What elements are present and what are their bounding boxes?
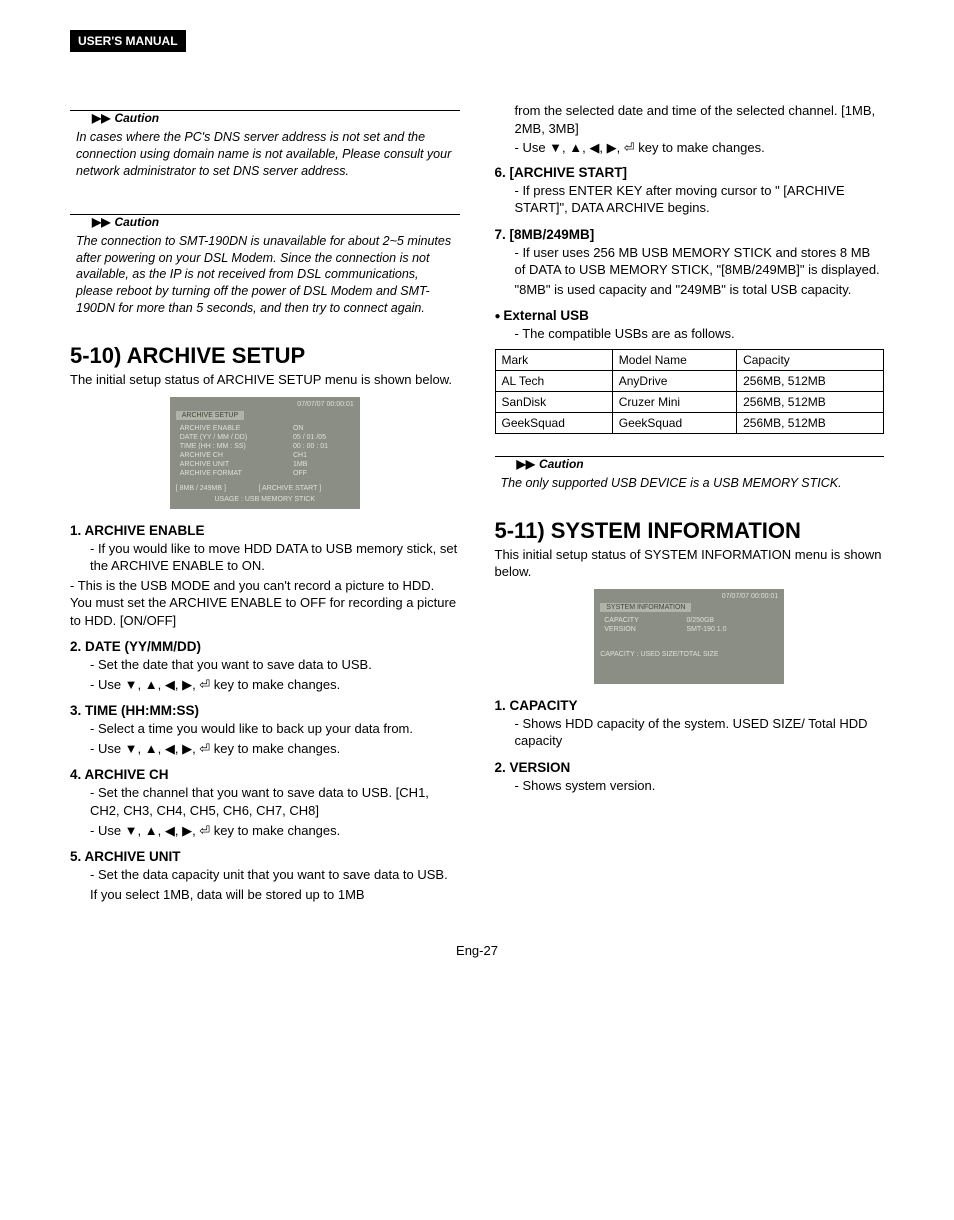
table-row: AL TechAnyDrive256MB, 512MB xyxy=(495,370,884,391)
table-header: Mark xyxy=(495,349,612,370)
item-line: - Use ▼, ▲, ◀, ▶, ⏎ key to make changes. xyxy=(90,676,460,694)
item-line: - This is the USB MODE and you can't rec… xyxy=(70,577,460,630)
item-title: 7. [8MB/249MB] xyxy=(495,227,885,242)
sc-timestamp: 07/07/07 00:00:01 xyxy=(600,593,778,600)
caution-label: Caution xyxy=(539,457,584,471)
item-line: - Select a time you would like to back u… xyxy=(90,720,460,738)
section-title-archive-setup: 5-10) ARCHIVE SETUP xyxy=(70,343,460,369)
item-line: - Use ▼, ▲, ◀, ▶, ⏎ key to make changes. xyxy=(90,740,460,758)
caution-arrow-icon: ▶▶ xyxy=(92,111,110,125)
external-usb-intro: - The compatible USBs are as follows. xyxy=(515,325,885,343)
item-line: - Set the date that you want to save dat… xyxy=(90,656,460,674)
sc-tab: ARCHIVE SETUP xyxy=(176,411,244,420)
item-line: - Use ▼, ▲, ◀, ▶, ⏎ key to make changes. xyxy=(90,822,460,840)
section-intro: This initial setup status of SYSTEM INFO… xyxy=(495,546,885,581)
caution-box-2: ▶▶ Caution The connection to SMT-190DN is… xyxy=(70,206,460,321)
item-archive-ch: 4. ARCHIVE CH - Set the channel that you… xyxy=(70,767,460,839)
system-information-screenshot: 07/07/07 00:00:01 SYSTEM INFORMATION CAP… xyxy=(594,589,784,684)
item-title: 6. [ARCHIVE START] xyxy=(495,165,885,180)
table-row: SanDiskCruzer Mini256MB, 512MB xyxy=(495,391,884,412)
item-line: from the selected date and time of the s… xyxy=(515,102,885,137)
item-archive-start: 6. [ARCHIVE START] - If press ENTER KEY … xyxy=(495,165,885,217)
sc-fields: ARCHIVE ENABLEON DATE (YY / MM / DD)05 /… xyxy=(176,423,354,479)
caution-label: Caution xyxy=(114,215,159,229)
item-line: - If press ENTER KEY after moving cursor… xyxy=(515,182,885,217)
caution-arrow-icon: ▶▶ xyxy=(517,457,535,471)
item-title: 1. ARCHIVE ENABLE xyxy=(70,523,460,538)
sc-timestamp: 07/07/07 00:00:01 xyxy=(176,401,354,408)
caution-label: Caution xyxy=(114,111,159,125)
caution-text: In cases where the PC's DNS server addre… xyxy=(74,125,456,180)
caution-box-usb: ▶▶ Caution The only supported USB DEVICE … xyxy=(495,448,885,496)
sc-fields: CAPACITY0/250GB VERSIONSMT-190 1.0 xyxy=(600,615,778,635)
item-title: 3. TIME (HH:MM:SS) xyxy=(70,703,460,718)
section-intro: The initial setup status of ARCHIVE SETU… xyxy=(70,371,460,389)
item-line: - If user uses 256 MB USB MEMORY STICK a… xyxy=(515,244,885,279)
item-capacity: 1. CAPACITY - Shows HDD capacity of the … xyxy=(495,698,885,750)
item-archive-unit: 5. ARCHIVE UNIT - Set the data capacity … xyxy=(70,849,460,903)
table-row: GeekSquadGeekSquad256MB, 512MB xyxy=(495,412,884,433)
item-title: 1. CAPACITY xyxy=(495,698,885,713)
item-title: 4. ARCHIVE CH xyxy=(70,767,460,782)
header-label: USER'S MANUAL xyxy=(70,30,186,52)
item-line: If you select 1MB, data will be stored u… xyxy=(90,886,460,904)
item-line: - Shows HDD capacity of the system. USED… xyxy=(515,715,885,750)
item-8mb-249mb: 7. [8MB/249MB] - If user uses 256 MB USB… xyxy=(495,227,885,299)
section-title-system-information: 5-11) SYSTEM INFORMATION xyxy=(495,518,885,544)
item-title: 2. DATE (YY/MM/DD) xyxy=(70,639,460,654)
caution-box-1: ▶▶ Caution In cases where the PC's DNS se… xyxy=(70,102,460,184)
archive-setup-screenshot: 07/07/07 00:00:01 ARCHIVE SETUP ARCHIVE … xyxy=(170,397,360,509)
caution-text: The only supported USB DEVICE is a USB M… xyxy=(499,471,881,492)
item-title: 2. VERSION xyxy=(495,760,885,775)
external-usb-title: External USB xyxy=(495,308,885,323)
item-line: "8MB" is used capacity and "249MB" is to… xyxy=(515,281,885,299)
item-line: - Use ▼, ▲, ◀, ▶, ⏎ key to make changes. xyxy=(515,139,885,157)
left-column: ▶▶ Caution In cases where the PC's DNS se… xyxy=(70,102,460,913)
item-date: 2. DATE (YY/MM/DD) - Set the date that y… xyxy=(70,639,460,693)
item-archive-enable: 1. ARCHIVE ENABLE - If you would like to… xyxy=(70,523,460,630)
item-line: - Set the channel that you want to save … xyxy=(90,784,460,819)
item-time: 3. TIME (HH:MM:SS) - Select a time you w… xyxy=(70,703,460,757)
item-line: - If you would like to move HDD DATA to … xyxy=(90,540,460,575)
sc-tab: SYSTEM INFORMATION xyxy=(600,603,691,612)
table-header: Model Name xyxy=(612,349,736,370)
usb-compatibility-table: Mark Model Name Capacity AL TechAnyDrive… xyxy=(495,349,885,434)
caution-text: The connection to SMT-190DN is unavailab… xyxy=(74,229,456,317)
item-title: 5. ARCHIVE UNIT xyxy=(70,849,460,864)
item-version: 2. VERSION - Shows system version. xyxy=(495,760,885,795)
page-number: Eng-27 xyxy=(70,943,884,958)
right-column: from the selected date and time of the s… xyxy=(495,102,885,913)
item-line: - Shows system version. xyxy=(515,777,885,795)
table-header: Capacity xyxy=(737,349,884,370)
caution-arrow-icon: ▶▶ xyxy=(92,215,110,229)
item-line: - Set the data capacity unit that you wa… xyxy=(90,866,460,884)
